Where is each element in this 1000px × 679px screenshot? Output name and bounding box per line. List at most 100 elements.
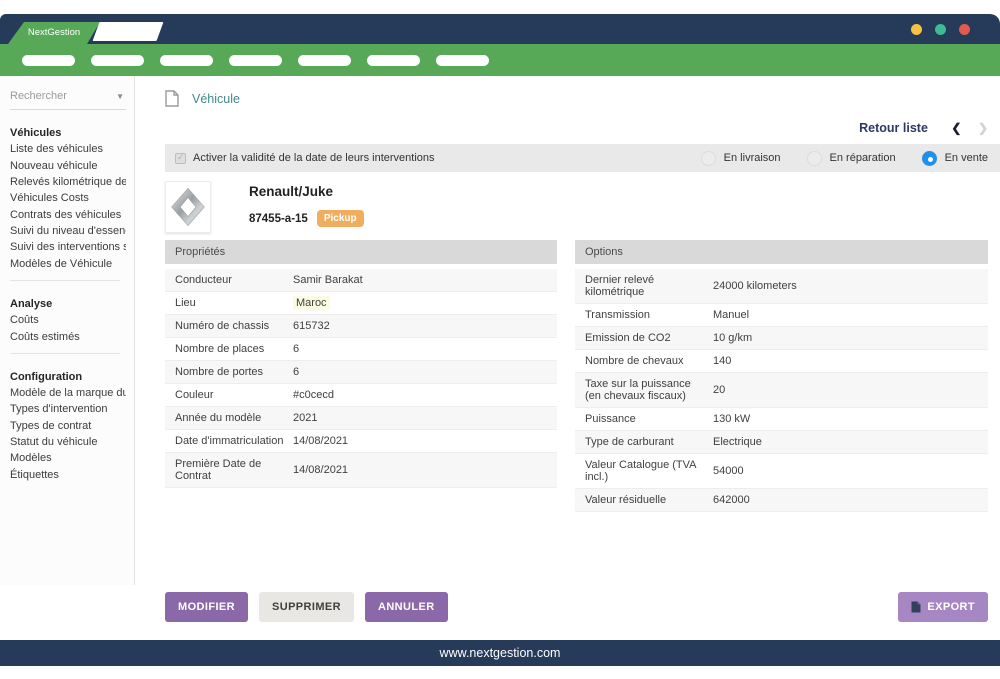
row-value: 24000 kilometers <box>713 280 978 292</box>
table-row: Dernier relevé kilométrique24000 kilomet… <box>575 269 988 304</box>
menu-pill[interactable] <box>367 55 420 66</box>
brand-tab[interactable]: NextGestion <box>8 22 100 44</box>
sidebar-item[interactable]: Liste des véhicules <box>10 141 126 157</box>
menu-pill[interactable] <box>229 55 282 66</box>
return-row: Retour liste ❮ ❯ <box>165 121 988 135</box>
radio-unchecked-icon[interactable] <box>701 151 716 166</box>
radio-label: En réparation <box>830 152 896 164</box>
row-value: Samir Barakat <box>293 274 547 286</box>
sidebar-divider <box>10 353 120 354</box>
row-label: Lieu <box>175 297 293 309</box>
sidebar-item[interactable]: Modèles <box>10 450 126 466</box>
minimize-icon[interactable] <box>911 24 922 35</box>
table-row: TransmissionManuel <box>575 304 988 327</box>
main-menubar <box>0 44 1000 76</box>
interventions-validity-checkbox[interactable] <box>175 153 186 164</box>
close-icon[interactable] <box>959 24 970 35</box>
export-button-label: EXPORT <box>927 601 975 613</box>
sidebar-item[interactable]: Suivi du niveau d'essence <box>10 223 126 239</box>
row-label: Emission de CO2 <box>585 332 713 344</box>
vehicle-subline: 87455-a-15 Pickup <box>249 210 364 227</box>
sidebar-divider <box>10 280 120 281</box>
row-value: 14/08/2021 <box>293 435 547 447</box>
radio-checked-icon[interactable] <box>922 151 937 166</box>
sidebar-item[interactable]: Nouveau véhicule <box>10 157 126 173</box>
vehicle-tag-badge: Pickup <box>317 210 364 227</box>
menu-pill[interactable] <box>436 55 489 66</box>
cancel-button[interactable]: ANNULER <box>365 592 448 622</box>
sidebar-item[interactable]: Modèle de la marque du v... <box>10 385 126 401</box>
row-label: Conducteur <box>175 274 293 286</box>
menu-pill[interactable] <box>91 55 144 66</box>
window-controls <box>911 24 970 35</box>
sidebar-item[interactable]: Coûts estimés <box>10 328 126 344</box>
sidebar-item[interactable]: Suivi des interventions su... <box>10 239 126 255</box>
delete-button[interactable]: SUPPRIMER <box>259 592 354 622</box>
menu-pill[interactable] <box>160 55 213 66</box>
row-label: Puissance <box>585 413 713 425</box>
sidebar-item[interactable]: Types de contrat <box>10 418 126 434</box>
row-label: Année du modèle <box>175 412 293 424</box>
search-input[interactable]: Rechercher ▼ <box>10 88 126 110</box>
table-row: Nombre de places6 <box>165 338 557 361</box>
row-label: Nombre de chevaux <box>585 355 713 367</box>
row-label: Nombre de portes <box>175 366 293 378</box>
renault-logo-icon <box>165 181 211 233</box>
table-row: Valeur résiduelle642000 <box>575 489 988 512</box>
row-label: Type de carburant <box>585 436 713 448</box>
row-value: #c0cecd <box>293 389 547 401</box>
sidebar-section-title: Configuration <box>10 369 126 385</box>
row-label: Couleur <box>175 389 293 401</box>
row-label: Dernier relevé kilométrique <box>585 274 713 298</box>
next-icon[interactable]: ❯ <box>978 121 988 135</box>
status-radio-option[interactable]: En livraison <box>701 151 781 166</box>
row-label: Valeur Catalogue (TVA incl.) <box>585 459 713 483</box>
table-row: Date d'immatriculation14/08/2021 <box>165 430 557 453</box>
sidebar-item[interactable]: Types d'intervention <box>10 401 126 417</box>
prev-icon[interactable]: ❮ <box>951 121 961 135</box>
row-value: 54000 <box>713 465 978 477</box>
sidebar-item[interactable]: Contrats des véhicules <box>10 207 126 223</box>
sidebar-item[interactable]: Véhicules Costs <box>10 190 126 206</box>
sidebar-nav: VéhiculesListe des véhiculesNouveau véhi… <box>10 125 126 483</box>
table-row: Première Date de Contrat14/08/2021 <box>165 453 557 488</box>
row-value: 14/08/2021 <box>293 464 547 476</box>
table-row: Nombre de portes6 <box>165 361 557 384</box>
content-area: Rechercher ▼ VéhiculesListe des véhicule… <box>0 76 1000 610</box>
vehicle-info: Renault/Juke 87455-a-15 Pickup <box>249 181 364 233</box>
footer-bar: www.nextgestion.com <box>0 640 1000 666</box>
modify-button[interactable]: MODIFIER <box>165 592 248 622</box>
radio-unchecked-icon[interactable] <box>807 151 822 166</box>
sidebar-item[interactable]: Coûts <box>10 312 126 328</box>
main-panel: Véhicule Retour liste ❮ ❯ Activer la val… <box>135 76 1000 610</box>
status-toolbar: Activer la validité de la date de leurs … <box>165 144 1000 172</box>
row-value: Manuel <box>713 309 978 321</box>
status-radio-option[interactable]: En réparation <box>807 151 896 166</box>
status-radio-option[interactable]: En vente <box>922 151 988 166</box>
status-radio-group: En livraison En réparation En vente <box>701 151 990 166</box>
vehicle-name: Renault/Juke <box>249 184 364 199</box>
vehicle-header: Renault/Juke 87455-a-15 Pickup <box>165 181 988 233</box>
row-value: Maroc <box>293 297 547 309</box>
search-placeholder: Rechercher <box>10 90 67 102</box>
row-value: 6 <box>293 343 547 355</box>
menu-pill[interactable] <box>22 55 75 66</box>
menu-pill[interactable] <box>298 55 351 66</box>
export-file-icon <box>911 601 921 613</box>
sidebar-section-title: Analyse <box>10 296 126 312</box>
sidebar-item[interactable]: Statut du véhicule <box>10 434 126 450</box>
return-list-link[interactable]: Retour liste <box>859 121 928 135</box>
sidebar-item[interactable]: Modèles de Véhicule <box>10 256 126 272</box>
row-value: 2021 <box>293 412 547 424</box>
sidebar-section-title: Véhicules <box>10 125 126 141</box>
table-row: Taxe sur la puissance (en chevaux fiscau… <box>575 373 988 408</box>
ghost-tab <box>93 22 164 41</box>
maximize-icon[interactable] <box>935 24 946 35</box>
properties-table: Propriétés ConducteurSamir BarakatLieuMa… <box>165 240 557 488</box>
export-button[interactable]: EXPORT <box>898 592 988 622</box>
sidebar-item[interactable]: Étiquettes <box>10 467 126 483</box>
page-title: Véhicule <box>192 92 240 106</box>
table-row: Puissance130 kW <box>575 408 988 431</box>
row-value: 20 <box>713 384 978 396</box>
sidebar-item[interactable]: Relevés kilométrique des ... <box>10 174 126 190</box>
